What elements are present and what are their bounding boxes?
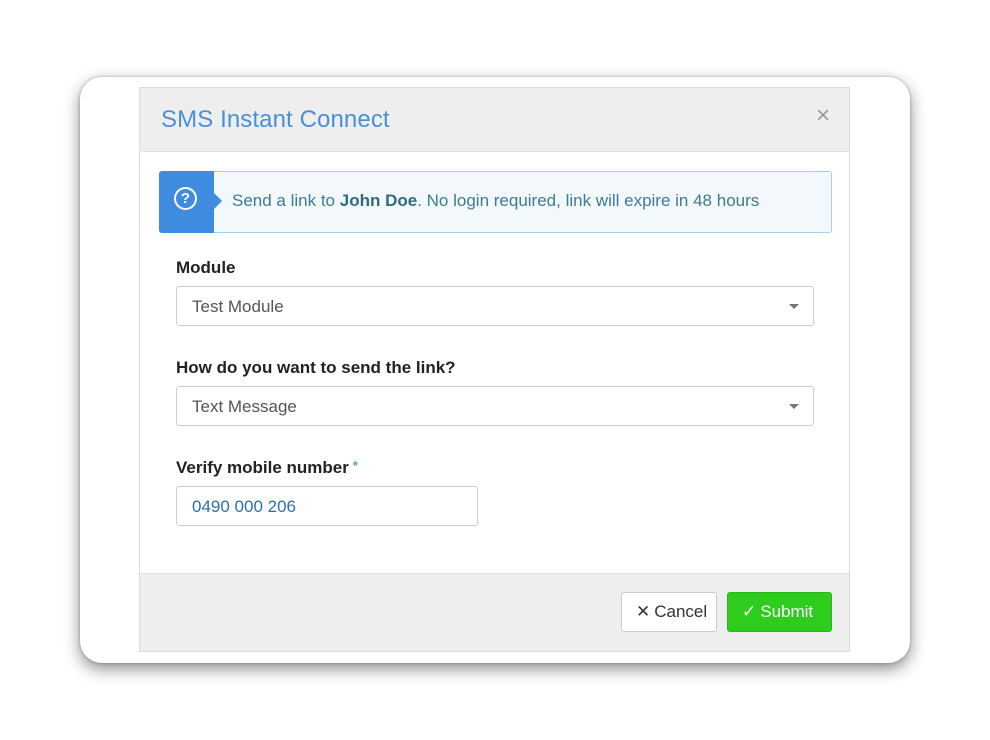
recipient-name: John Doe: [339, 191, 418, 210]
close-icon[interactable]: ×: [816, 104, 830, 128]
cancel-button[interactable]: ✕ Cancel: [621, 592, 717, 632]
dialog-header: SMS Instant Connect ×: [140, 88, 849, 152]
mobile-number-value: 0490 000 206: [192, 497, 296, 516]
mobile-label-text: Verify mobile number: [176, 458, 349, 477]
module-select[interactable]: Test Module: [176, 286, 814, 326]
caret-down-icon: [789, 404, 799, 409]
required-indicator: *: [352, 458, 358, 473]
cancel-label: Cancel: [654, 602, 708, 621]
send-method-selected-value: Text Message: [192, 397, 297, 416]
module-label: Module: [176, 258, 236, 277]
sms-connect-dialog: SMS Instant Connect × ? Send a link to J…: [139, 87, 850, 652]
alert-suffix: . No login required, link will expire in…: [417, 191, 760, 210]
alert-prefix: Send a link to: [232, 191, 340, 210]
dialog-footer: ✕ Cancel ✓ Submit: [140, 573, 849, 651]
question-circle-icon: ?: [174, 187, 197, 210]
send-method-label: How do you want to send the link?: [176, 358, 456, 377]
send-method-select[interactable]: Text Message: [176, 386, 814, 426]
module-selected-value: Test Module: [192, 297, 284, 316]
check-icon: ✓: [742, 602, 757, 621]
window-frame: SMS Instant Connect × ? Send a link to J…: [80, 77, 910, 663]
alert-message: Send a link to John Doe. No login requir…: [232, 191, 759, 211]
info-alert: ? Send a link to John Doe. No login requ…: [159, 171, 832, 233]
submit-label: Submit: [760, 602, 814, 621]
alert-icon-box: ?: [159, 171, 222, 233]
mobile-number-input[interactable]: 0490 000 206: [176, 486, 478, 526]
close-icon: ✕: [636, 602, 651, 621]
submit-button[interactable]: ✓ Submit: [727, 592, 832, 632]
caret-down-icon: [789, 304, 799, 309]
mobile-number-label: Verify mobile number *: [176, 458, 358, 478]
dialog-title: SMS Instant Connect: [161, 106, 390, 133]
